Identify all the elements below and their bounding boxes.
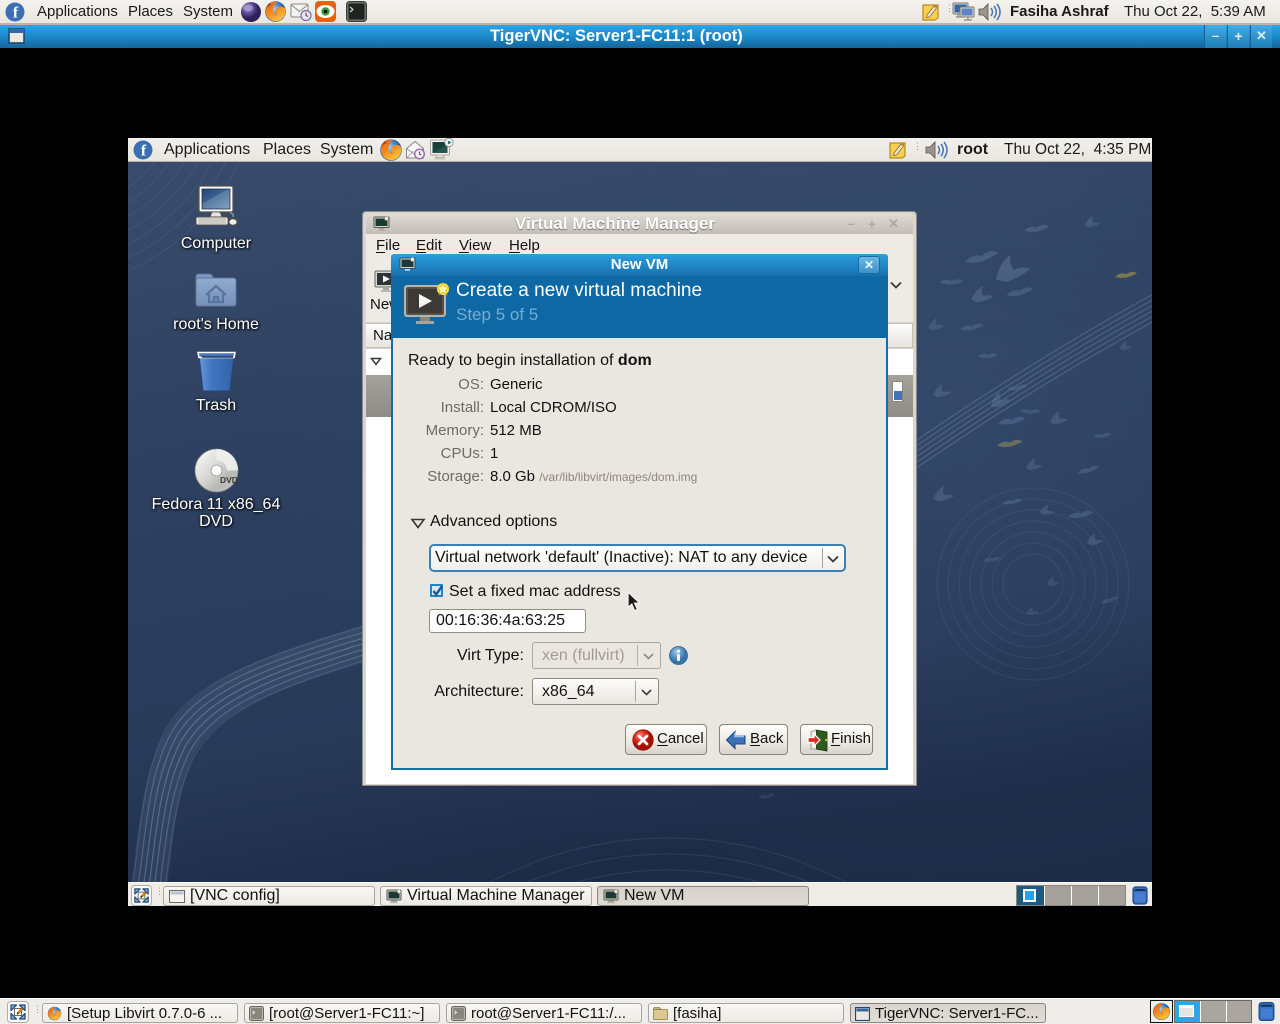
svg-text:f: f	[13, 5, 19, 22]
svg-text:f: f	[141, 143, 147, 160]
svg-text:DVD: DVD	[220, 475, 238, 485]
